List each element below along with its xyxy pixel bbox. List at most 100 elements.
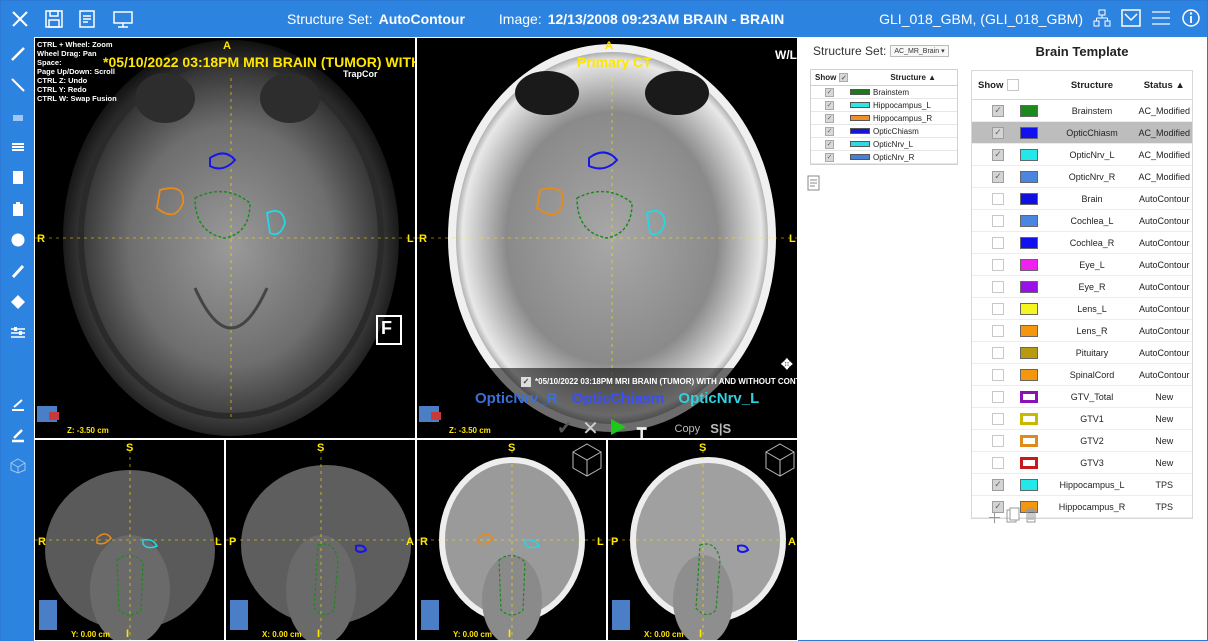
structure-color-swatch[interactable] <box>1019 390 1038 403</box>
structure-visibility-checkbox[interactable]: ✓ <box>825 100 834 110</box>
structure-color-swatch[interactable] <box>1019 368 1038 381</box>
structure-show-checkbox[interactable] <box>992 324 1004 337</box>
structure-show-checkbox[interactable] <box>992 236 1004 249</box>
structure-color-swatch[interactable] <box>1019 104 1038 117</box>
export-icon[interactable] <box>111 8 133 30</box>
structure-color-swatch[interactable] <box>1019 126 1038 139</box>
structure-show-checkbox[interactable] <box>992 192 1004 205</box>
play-icon[interactable] <box>609 418 627 438</box>
structure-show-checkbox[interactable] <box>992 346 1004 359</box>
window-level-button[interactable]: W/L <box>775 48 797 62</box>
brush-tool-icon[interactable] <box>7 260 29 282</box>
template-row[interactable]: Eye_L AutoContour <box>972 254 1192 276</box>
structure-color-swatch[interactable] <box>1019 456 1038 469</box>
structure-color-swatch[interactable] <box>1019 258 1038 271</box>
structure-color-swatch[interactable] <box>1019 236 1038 249</box>
paste-tool-icon[interactable] <box>7 198 29 220</box>
accept-icon[interactable]: ✔ <box>557 418 572 438</box>
move-icon[interactable]: ✥ <box>781 356 793 373</box>
structure-color-swatch[interactable] <box>1019 302 1038 315</box>
structure-header[interactable]: Structure <box>1047 80 1136 91</box>
structure-show-checkbox[interactable] <box>992 214 1004 227</box>
template-row[interactable]: Eye_R AutoContour <box>972 276 1192 298</box>
structure-color-swatch[interactable] <box>1019 148 1038 161</box>
structure-color-swatch[interactable] <box>1019 434 1038 447</box>
adjust-tool-icon[interactable] <box>7 322 29 344</box>
template-row[interactable]: SpinalCord AutoContour <box>972 364 1192 386</box>
structure-list-row[interactable]: ✓ OpticChiasm <box>811 125 957 138</box>
approve-tool-icon[interactable] <box>7 424 29 446</box>
template-row[interactable]: GTV2 New <box>972 430 1192 452</box>
structure-color-swatch[interactable] <box>1019 192 1038 205</box>
structure-color-swatch[interactable] <box>1019 214 1038 227</box>
menu-icon[interactable] <box>1151 10 1171 29</box>
structure-show-checkbox[interactable] <box>992 390 1004 403</box>
structure-color-swatch[interactable] <box>1019 170 1038 183</box>
structure-show-checkbox[interactable] <box>992 434 1004 447</box>
structure-set-select[interactable]: AC_MR_Brain ▾ <box>890 45 949 57</box>
viewport-coronal-ct[interactable]: S R L Y: 0.00 cm I <box>416 439 607 641</box>
template-row[interactable]: ✓ OpticChiasm AC_Modified <box>972 122 1192 144</box>
save-icon[interactable] <box>43 8 65 30</box>
structure-show-checkbox[interactable]: ✓ <box>992 148 1004 161</box>
reject-icon[interactable]: ✕ <box>582 416 599 438</box>
viewport-axial-mr[interactable]: CTRL + Wheel: Zoom Wheel Drag: Pan Space… <box>34 37 416 439</box>
structure-list-row[interactable]: ✓ Hippocampus_L <box>811 99 957 112</box>
template-row[interactable]: ✓ OpticNrv_R AC_Modified <box>972 166 1192 188</box>
template-row[interactable]: GTV3 New <box>972 452 1192 474</box>
add-structure-icon[interactable] <box>807 175 821 196</box>
layers-tool-icon[interactable] <box>7 136 29 158</box>
report-icon[interactable] <box>77 8 99 30</box>
copy-button[interactable]: Copy <box>675 423 701 435</box>
template-row[interactable]: ✓ Brainstem AC_Modified <box>972 100 1192 122</box>
structure-color-swatch[interactable] <box>1019 346 1038 359</box>
layout-icon[interactable] <box>1121 8 1141 30</box>
structure-show-checkbox[interactable]: ✓ <box>992 104 1004 117</box>
status-header[interactable]: Status ▲ <box>1137 80 1192 91</box>
sis-button[interactable]: S|S <box>710 421 731 436</box>
structure-list-row[interactable]: ✓ OpticNrv_R <box>811 151 957 164</box>
show-all-checkbox[interactable]: ✓ <box>839 73 849 82</box>
fill-tool-icon[interactable] <box>7 291 29 313</box>
structure-visibility-checkbox[interactable]: ✓ <box>825 126 834 136</box>
template-row[interactable]: Pituitary AutoContour <box>972 342 1192 364</box>
template-row[interactable]: Cochlea_L AutoContour <box>972 210 1192 232</box>
template-row[interactable]: Brain AutoContour <box>972 188 1192 210</box>
add-icon[interactable]: ＋ <box>987 507 1002 528</box>
structure-show-checkbox[interactable] <box>992 258 1004 271</box>
template-row[interactable]: Cochlea_R AutoContour <box>972 232 1192 254</box>
template-row[interactable]: GTV_Total New <box>972 386 1192 408</box>
structure-visibility-checkbox[interactable]: ✓ <box>825 87 834 97</box>
structure-color-swatch[interactable] <box>1019 412 1038 425</box>
structure-show-checkbox[interactable] <box>992 302 1004 315</box>
structure-show-checkbox[interactable]: ✓ <box>992 170 1004 183</box>
structure-color-swatch[interactable] <box>1019 280 1038 293</box>
structure-show-checkbox[interactable] <box>992 368 1004 381</box>
viewport-sagittal-ct[interactable]: S P A X: 0.00 cm I <box>607 439 798 641</box>
fusion-checkbox[interactable]: ✓ <box>521 377 531 387</box>
structure-show-checkbox[interactable] <box>992 280 1004 293</box>
structure-visibility-checkbox[interactable]: ✓ <box>825 139 834 149</box>
structure-list-row[interactable]: ✓ Brainstem <box>811 86 957 99</box>
eraser-tool-icon[interactable] <box>7 105 29 127</box>
structure-list-row[interactable]: ✓ OpticNrv_L <box>811 138 957 151</box>
viewport-axial-ct[interactable]: Primary CT A R L W/L ✥ ✓ *05/10/2022 03:1… <box>416 37 798 439</box>
copy-tool-icon[interactable] <box>7 167 29 189</box>
line-tool-icon[interactable] <box>7 74 29 96</box>
copy-icon[interactable] <box>1006 507 1020 528</box>
close-icon[interactable] <box>9 8 31 30</box>
network-icon[interactable] <box>1093 9 1111 30</box>
show-all-checkbox[interactable] <box>1007 79 1020 91</box>
template-row[interactable]: Lens_L AutoContour <box>972 298 1192 320</box>
structure-color-swatch[interactable] <box>1019 324 1038 337</box>
sign-tool-icon[interactable] <box>7 393 29 415</box>
cube-tool-icon[interactable] <box>7 455 29 477</box>
viewport-coronal-mr[interactable]: S R L Y: 0.00 cm I <box>34 439 225 641</box>
pen-tool-icon[interactable] <box>7 43 29 65</box>
structure-show-checkbox[interactable]: ✓ <box>992 478 1004 491</box>
template-row[interactable]: GTV1 New <box>972 408 1192 430</box>
template-row[interactable]: ✓ OpticNrv_L AC_Modified <box>972 144 1192 166</box>
structure-header[interactable]: Structure ▲ <box>890 73 936 82</box>
structure-color-swatch[interactable] <box>1019 478 1038 491</box>
structure-show-checkbox[interactable]: ✓ <box>992 126 1004 139</box>
